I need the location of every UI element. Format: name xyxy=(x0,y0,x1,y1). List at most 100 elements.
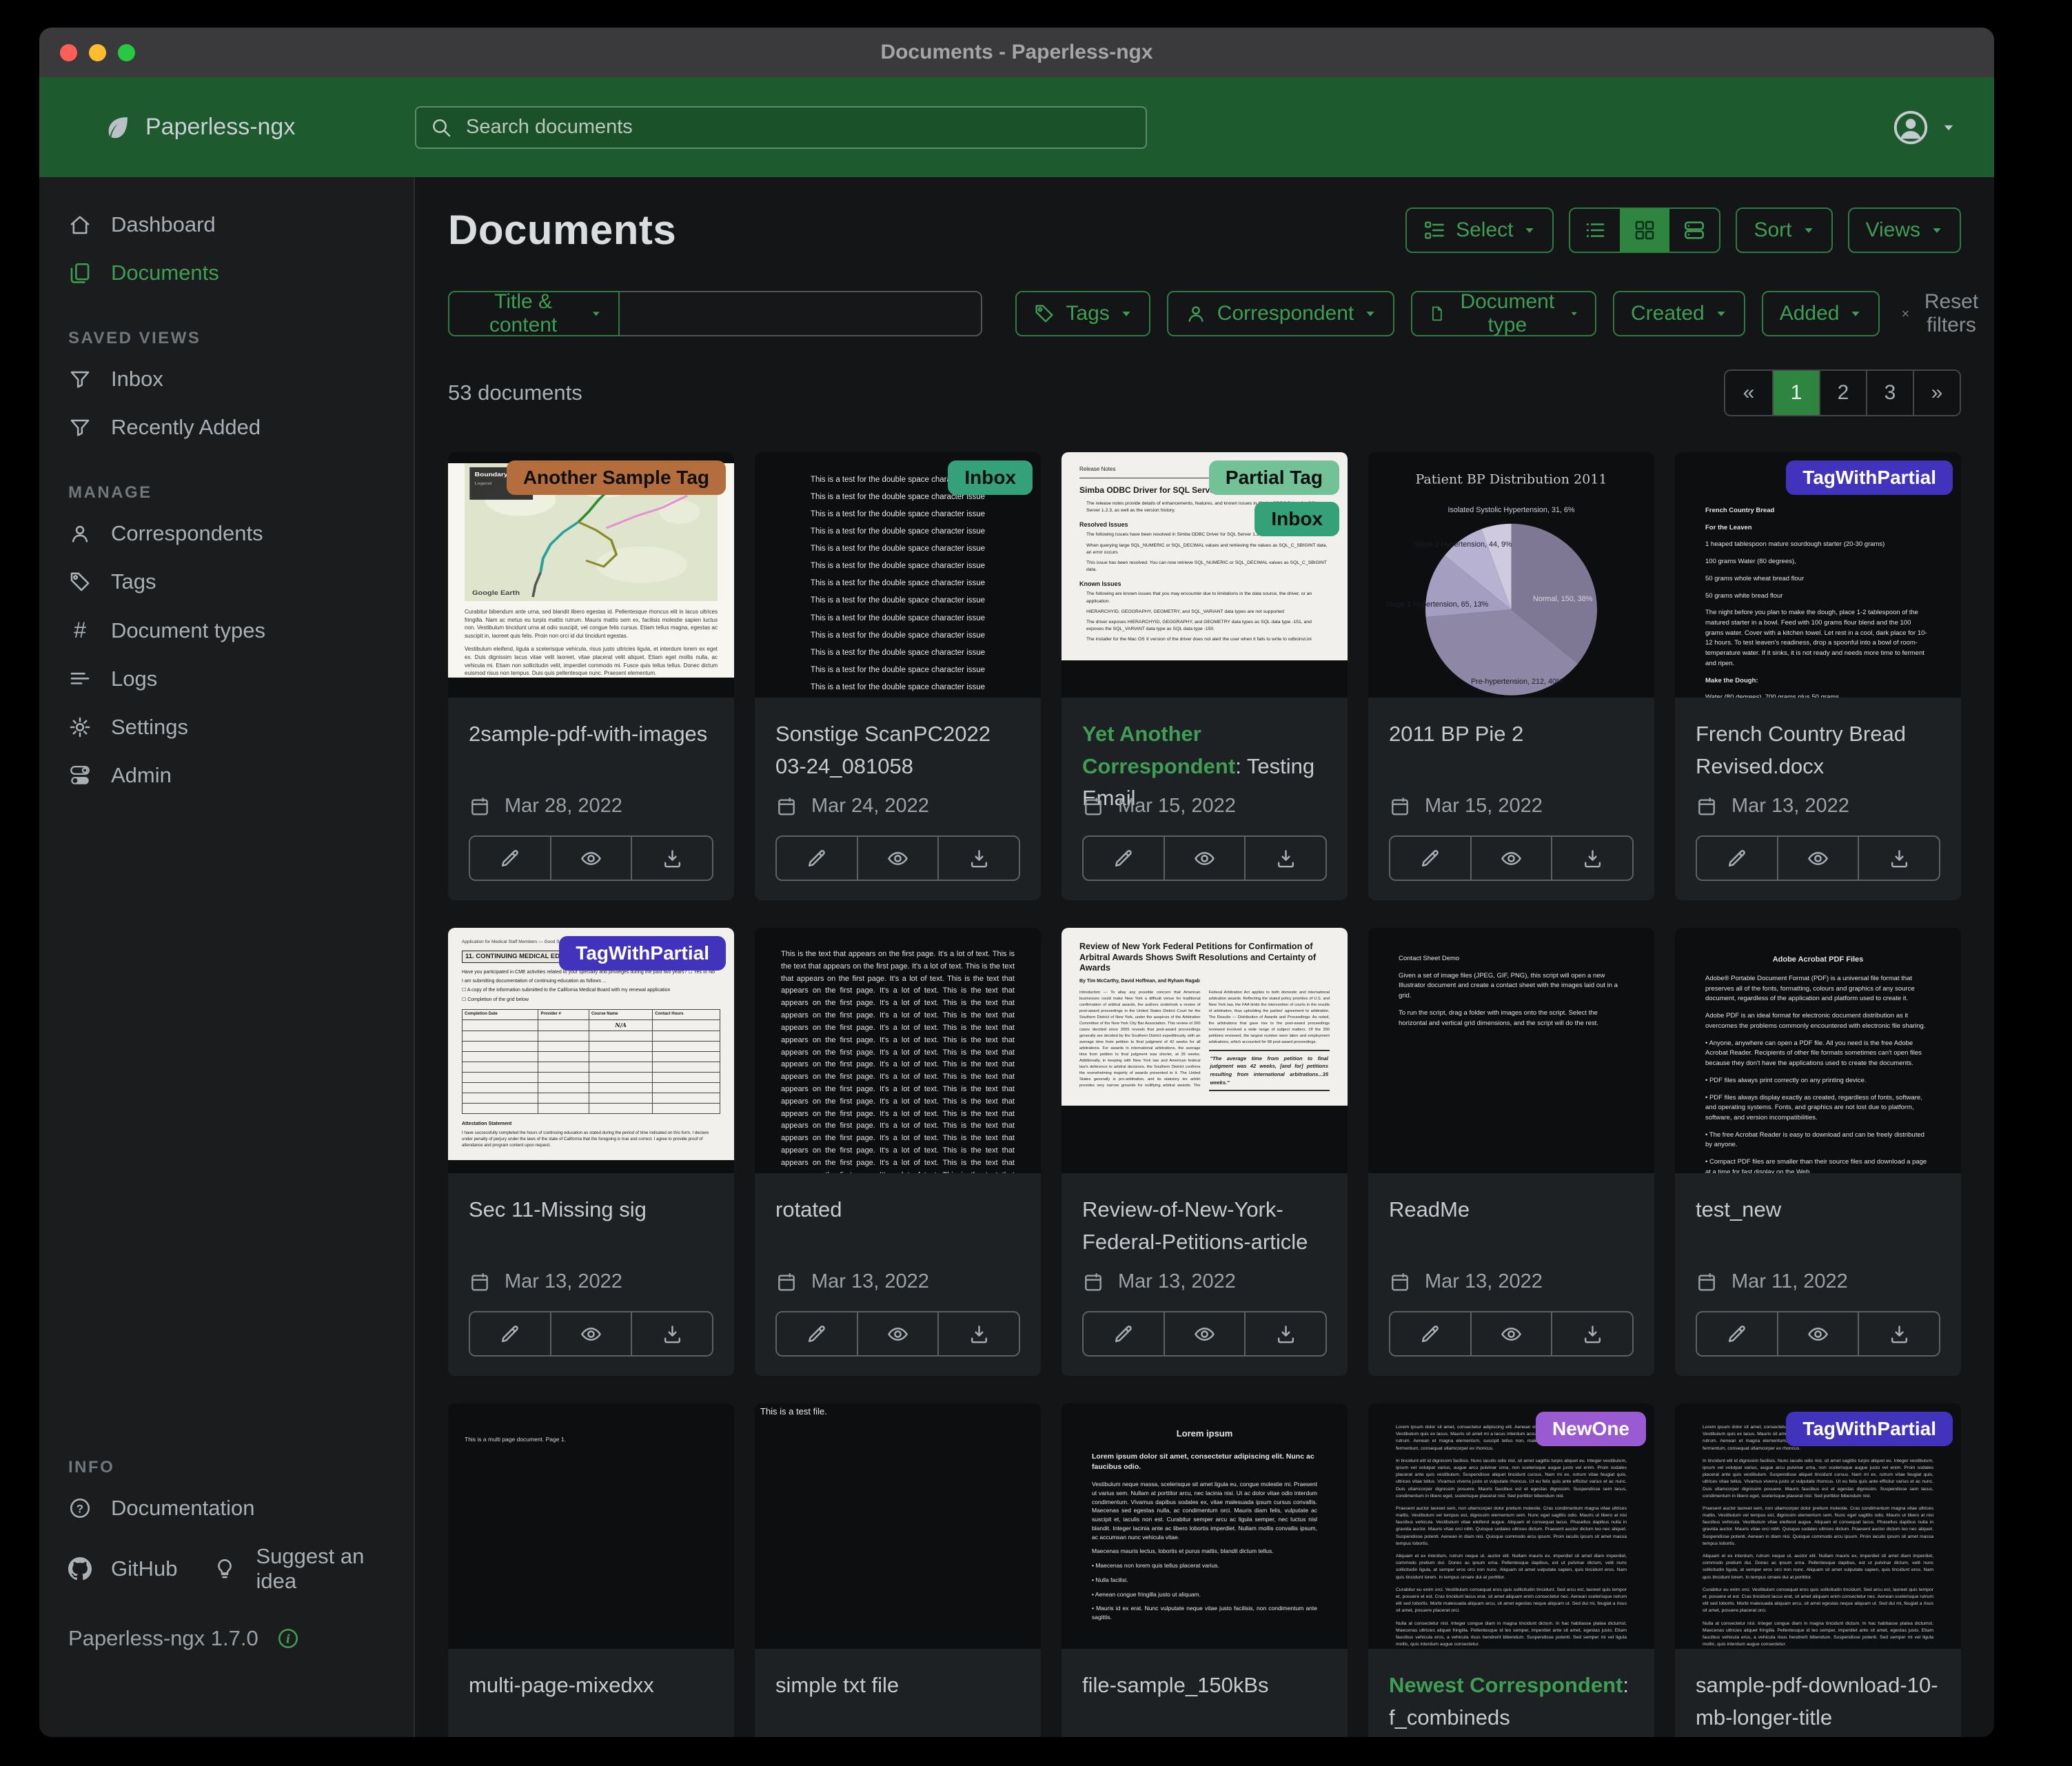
document-title[interactable]: rotated xyxy=(775,1194,1020,1226)
edit-button[interactable] xyxy=(470,1312,550,1355)
tag-chip[interactable]: NewOne xyxy=(1536,1412,1646,1446)
sidebar-item-admin[interactable]: Admin xyxy=(39,751,414,800)
sidebar-item-tags[interactable]: Tags xyxy=(39,558,414,606)
document-thumbnail[interactable]: This is a test file. xyxy=(755,1403,1041,1649)
edit-button[interactable] xyxy=(1390,1312,1470,1355)
sidebar-item-dashboard[interactable]: Dashboard xyxy=(39,201,414,249)
download-button[interactable] xyxy=(631,837,712,880)
tag-chip[interactable]: TagWithPartial xyxy=(559,936,726,971)
tags-filter-button[interactable]: Tags xyxy=(1015,291,1150,336)
download-button[interactable] xyxy=(1551,837,1632,880)
edit-button[interactable] xyxy=(777,837,857,880)
document-title[interactable]: Sonstige ScanPC2022 03-24_081058 xyxy=(775,718,1020,782)
edit-button[interactable] xyxy=(1697,1312,1777,1355)
pagination-page-3[interactable]: 3 xyxy=(1866,371,1913,415)
pagination-prev[interactable]: « xyxy=(1725,371,1772,415)
sidebar-item-correspondents[interactable]: Correspondents xyxy=(39,509,414,558)
document-title[interactable]: sample-pdf-download-10-mb-longer-title xyxy=(1696,1669,1940,1734)
document-thumbnail[interactable]: This is a multi page document. Page 1. xyxy=(448,1403,734,1649)
view-button[interactable] xyxy=(857,837,938,880)
sort-button[interactable]: Sort xyxy=(1736,207,1832,253)
tag-chip[interactable]: Another Sample Tag xyxy=(507,460,726,495)
view-button[interactable] xyxy=(1164,837,1245,880)
edit-button[interactable] xyxy=(1084,837,1164,880)
pagination-page-1[interactable]: 1 xyxy=(1772,371,1819,415)
document-title[interactable]: 2011 BP Pie 2 xyxy=(1389,718,1634,751)
view-button[interactable] xyxy=(857,1312,938,1355)
download-button[interactable] xyxy=(1244,1312,1326,1355)
document-correspondent[interactable]: Newest Correspondent xyxy=(1389,1673,1623,1697)
download-button[interactable] xyxy=(937,837,1019,880)
tag-chip[interactable]: TagWithPartial xyxy=(1786,1412,1953,1446)
view-button[interactable] xyxy=(550,837,631,880)
document-thumbnail[interactable]: Lorem ipsumLorem ipsum dolor sit amet, c… xyxy=(1062,1403,1348,1649)
sidebar-item-logs[interactable]: Logs xyxy=(39,655,414,703)
pagination-next[interactable]: » xyxy=(1913,371,1960,415)
document-title[interactable]: multi-page-mixedxx xyxy=(469,1669,713,1702)
document-thumbnail[interactable]: This is the text that appears on the fir… xyxy=(755,928,1041,1173)
sidebar-item-suggest-an-idea[interactable]: Suggest an idea xyxy=(184,1532,414,1605)
list-view-button[interactable] xyxy=(1570,209,1620,252)
edit-button[interactable] xyxy=(777,1312,857,1355)
download-button[interactable] xyxy=(937,1312,1019,1355)
title-content-dropdown[interactable]: Title & content xyxy=(448,291,620,336)
document-title[interactable]: file-sample_150kBs xyxy=(1082,1669,1327,1702)
sidebar-item-recently-added[interactable]: Recently Added xyxy=(39,403,414,451)
added-filter-button[interactable]: Added xyxy=(1762,291,1880,336)
document-title[interactable]: simple txt file xyxy=(775,1669,1020,1702)
pagination-page-2[interactable]: 2 xyxy=(1819,371,1866,415)
sidebar-item-settings[interactable]: Settings xyxy=(39,703,414,751)
document-thumbnail[interactable]: Release NotesSimba ODBC Driver for SQL S… xyxy=(1062,452,1348,698)
close-window-button[interactable] xyxy=(60,44,77,61)
user-menu[interactable] xyxy=(1891,108,1956,148)
document-title[interactable]: French Country Bread Revised.docx xyxy=(1696,718,1940,782)
document-thumbnail[interactable]: French Country BreadFor the Leaven1 heap… xyxy=(1675,452,1961,698)
zoom-window-button[interactable] xyxy=(118,44,135,61)
sidebar-item-documents[interactable]: Documents xyxy=(39,249,414,297)
document-title[interactable]: ReadMe xyxy=(1389,1194,1634,1226)
document-thumbnail[interactable]: Lorem ipsum dolor sit amet, consectetur … xyxy=(1675,1403,1961,1649)
tag-chip[interactable]: Partial Tag xyxy=(1209,460,1339,495)
reset-filters-button[interactable]: Reset filters xyxy=(1896,290,1986,338)
document-title[interactable]: test_new xyxy=(1696,1194,1940,1226)
view-button[interactable] xyxy=(1777,837,1858,880)
document-thumbnail[interactable]: Adobe Acrobat PDF FilesAdobe® Portable D… xyxy=(1675,928,1961,1173)
document-title[interactable]: 2sample-pdf-with-images xyxy=(469,718,713,751)
download-button[interactable] xyxy=(1244,837,1326,880)
sidebar-item-github[interactable]: GitHub xyxy=(39,1545,184,1593)
views-button[interactable]: Views xyxy=(1848,207,1961,253)
brand[interactable]: Paperless-ngx xyxy=(39,113,415,142)
document-thumbnail[interactable]: Boundary Waters TripLegendGoogle EarthCu… xyxy=(448,452,734,698)
search-input[interactable] xyxy=(465,115,1132,139)
document-thumbnail[interactable]: Review of New York Federal Petitions for… xyxy=(1062,928,1348,1173)
document-correspondent[interactable]: Yet Another Correspondent xyxy=(1082,722,1235,778)
edit-button[interactable] xyxy=(1697,837,1777,880)
download-button[interactable] xyxy=(1858,837,1939,880)
view-button[interactable] xyxy=(1164,1312,1245,1355)
document-title[interactable]: Review-of-New-York-Federal-Petitions-art… xyxy=(1082,1194,1327,1258)
edit-button[interactable] xyxy=(1390,837,1470,880)
minimize-window-button[interactable] xyxy=(89,44,106,61)
download-button[interactable] xyxy=(631,1312,712,1355)
document-thumbnail[interactable]: Patient BP Distribution 2011Normal, 150,… xyxy=(1368,452,1654,698)
created-filter-button[interactable]: Created xyxy=(1613,291,1745,336)
view-button[interactable] xyxy=(1470,837,1552,880)
select-button[interactable]: Select xyxy=(1405,207,1554,253)
sidebar-item-inbox[interactable]: Inbox xyxy=(39,355,414,403)
correspondent-filter-button[interactable]: Correspondent xyxy=(1167,291,1394,336)
view-button[interactable] xyxy=(1470,1312,1552,1355)
sidebar-item-document-types[interactable]: #Document types xyxy=(39,606,414,655)
info-icon[interactable] xyxy=(276,1627,300,1650)
download-button[interactable] xyxy=(1551,1312,1632,1355)
edit-button[interactable] xyxy=(470,837,550,880)
document-title[interactable]: Sec 11-Missing sig xyxy=(469,1194,713,1226)
document-thumbnail[interactable]: This is a test for the double space char… xyxy=(755,452,1041,698)
edit-button[interactable] xyxy=(1084,1312,1164,1355)
title-content-input[interactable] xyxy=(620,291,983,336)
download-button[interactable] xyxy=(1858,1312,1939,1355)
document-thumbnail[interactable]: Application for Medical Staff Members — … xyxy=(448,928,734,1173)
document-title[interactable]: Newest Correspondent: f_combineds xyxy=(1389,1669,1634,1734)
view-button[interactable] xyxy=(1777,1312,1858,1355)
grid-view-button[interactable] xyxy=(1620,209,1669,252)
tag-chip[interactable]: Inbox xyxy=(1255,502,1339,536)
